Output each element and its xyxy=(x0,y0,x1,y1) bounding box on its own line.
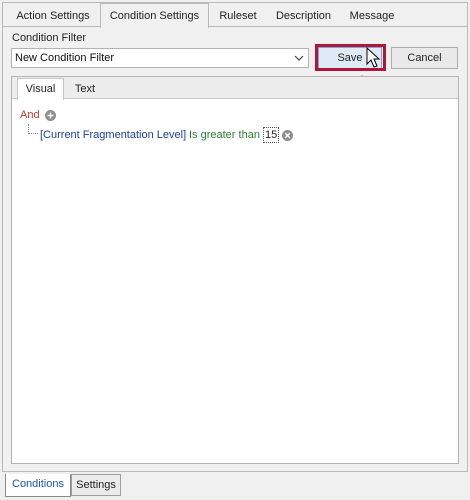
condition-tree: And [Current Fragmentation Level] Is gre… xyxy=(12,99,458,463)
condition-filter-label: Condition Filter xyxy=(12,32,86,44)
tab-strip-divider xyxy=(2,26,468,27)
tab-ruleset[interactable]: Ruleset xyxy=(209,6,267,27)
condition-filter-value: New Condition Filter xyxy=(15,52,115,64)
tab-conditions[interactable]: Conditions xyxy=(5,474,71,497)
tab-action-settings[interactable]: Action Settings xyxy=(6,6,100,27)
condition-operator[interactable]: Is greater than xyxy=(189,129,260,141)
tab-settings[interactable]: Settings xyxy=(71,474,121,496)
tab-condition-settings[interactable]: Condition Settings xyxy=(100,3,209,28)
tab-message[interactable]: Message xyxy=(340,6,404,27)
remove-icon[interactable] xyxy=(282,130,293,141)
condition-field[interactable]: [Current Fragmentation Level] xyxy=(40,129,186,141)
chevron-down-icon xyxy=(294,55,304,61)
tab-text[interactable]: Text xyxy=(64,79,106,99)
mouse-cursor-icon xyxy=(366,47,381,68)
cancel-button[interactable]: Cancel xyxy=(391,47,458,69)
tree-connector xyxy=(28,124,38,134)
tab-description[interactable]: Description xyxy=(267,6,340,27)
condition-editor-panel: Visual Text And [Current Fragmentation L… xyxy=(11,76,459,464)
add-icon[interactable] xyxy=(45,110,56,121)
tab-visual[interactable]: Visual xyxy=(17,78,64,100)
editor-tabs: Visual Text xyxy=(12,77,458,100)
group-operator[interactable]: And xyxy=(20,109,40,121)
condition-value[interactable]: 15 xyxy=(263,127,280,143)
condition-filter-select[interactable]: New Condition Filter xyxy=(11,48,309,68)
